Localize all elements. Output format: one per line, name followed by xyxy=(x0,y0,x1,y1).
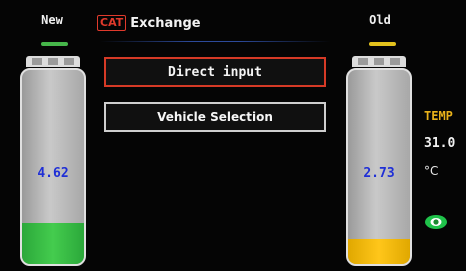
page-title-text: Exchange xyxy=(130,15,201,31)
cat-badge: CAT xyxy=(97,15,127,31)
old-battery-value: 2.73 xyxy=(363,166,395,181)
battery-cap xyxy=(352,56,406,67)
old-battery-fill xyxy=(348,238,410,264)
vehicle-selection-button[interactable]: Vehicle Selection xyxy=(104,102,326,132)
eye-icon[interactable] xyxy=(424,213,448,231)
battery-body: 2.73 xyxy=(346,68,412,266)
battery-cap xyxy=(26,56,80,67)
direct-input-button[interactable]: Direct input xyxy=(104,57,326,87)
new-battery-value: 4.62 xyxy=(37,166,69,181)
new-battery-fill xyxy=(22,223,84,264)
temp-unit: °C xyxy=(424,164,439,178)
new-label: New xyxy=(41,13,63,27)
old-indicator-bar xyxy=(369,42,396,46)
new-battery: 4.62 xyxy=(20,56,86,266)
page-title: CAT Exchange xyxy=(97,14,201,32)
temp-label: TEMP xyxy=(424,109,453,123)
temp-value: 31.0 xyxy=(424,136,456,151)
title-divider xyxy=(100,41,330,42)
new-indicator-bar xyxy=(41,42,68,46)
old-battery: 2.73 xyxy=(346,56,412,266)
old-label: Old xyxy=(369,13,391,27)
exchange-screen: New CAT Exchange Old 4.62 Direct input V… xyxy=(0,0,466,271)
battery-body: 4.62 xyxy=(20,68,86,266)
